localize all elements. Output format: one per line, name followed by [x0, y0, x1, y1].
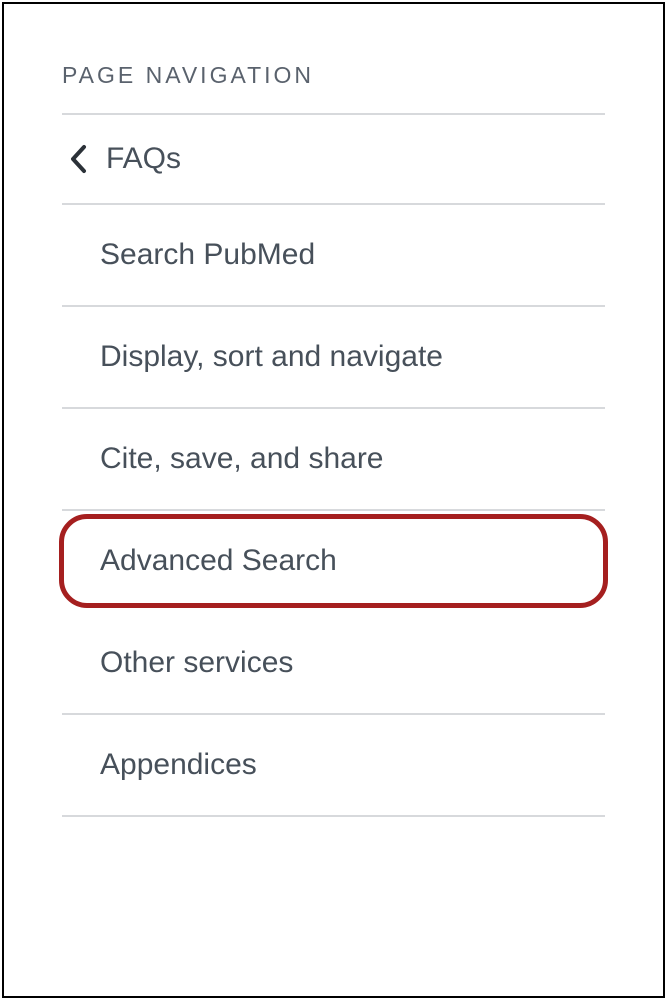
nav-item-label: Cite, save, and share: [100, 442, 384, 476]
chevron-left-icon: [62, 142, 96, 176]
nav-item-advanced-search[interactable]: Advanced Search: [62, 511, 605, 613]
nav-item-search-pubmed[interactable]: Search PubMed: [62, 205, 605, 307]
nav-item-label: Other services: [100, 646, 293, 680]
nav-parent-label: FAQs: [106, 142, 181, 176]
nav-item-label: Display, sort and navigate: [100, 340, 443, 374]
page-navigation-panel: PAGE NAVIGATION FAQs Search PubMed Displ…: [2, 2, 665, 998]
nav-item-label: Advanced Search: [100, 544, 337, 578]
nav-item-display-sort-navigate[interactable]: Display, sort and navigate: [62, 307, 605, 409]
nav-item-label: Appendices: [100, 748, 257, 782]
nav-item-cite-save-share[interactable]: Cite, save, and share: [62, 409, 605, 511]
nav-parent-item[interactable]: FAQs: [62, 115, 605, 205]
nav-item-label: Search PubMed: [100, 238, 315, 272]
nav-item-appendices[interactable]: Appendices: [62, 715, 605, 817]
nav-heading: PAGE NAVIGATION: [62, 62, 605, 89]
nav-item-other-services[interactable]: Other services: [62, 613, 605, 715]
nav-list: FAQs Search PubMed Display, sort and nav…: [62, 113, 605, 817]
